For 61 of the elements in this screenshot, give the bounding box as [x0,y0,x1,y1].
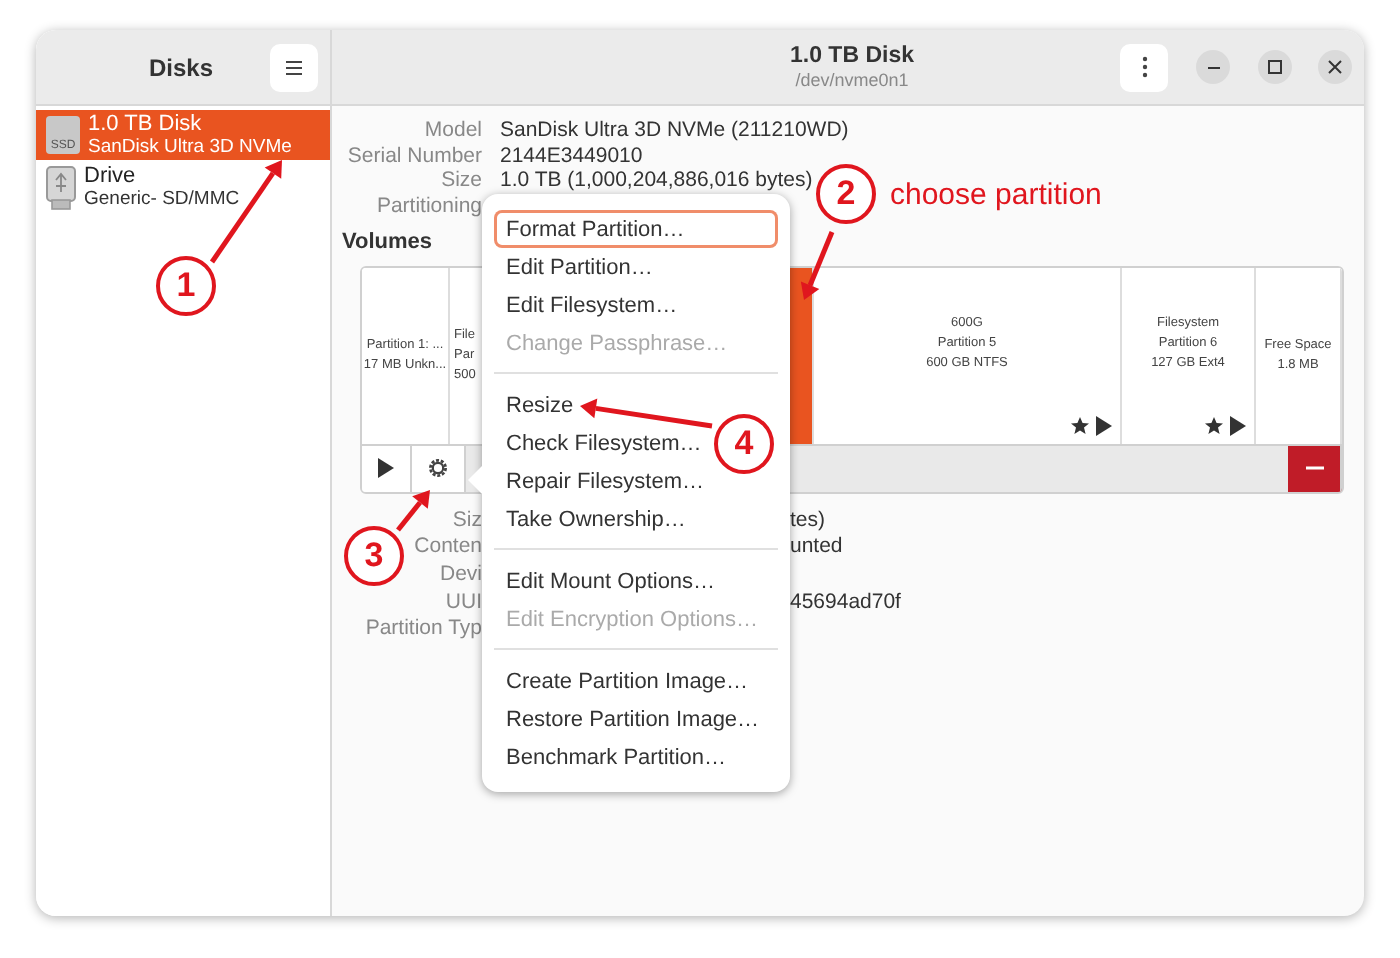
field-label: Partition Typ [365,616,482,644]
star-icon [1070,415,1090,436]
close-icon [1328,60,1342,74]
menu-item[interactable]: Format Partition… [494,210,778,248]
field-label: Model [424,118,482,144]
maximize-button[interactable] [1258,50,1292,84]
disk-model: Generic- SD/MMC [84,188,240,210]
disk-model: SanDisk Ultra 3D NVMe [88,136,292,158]
arrow [800,231,835,300]
close-button[interactable] [1318,50,1352,84]
menu-item[interactable]: Benchmark Partition… [494,738,739,776]
disk-name: Drive [84,164,138,188]
menu-item[interactable]: Edit Filesystem… [494,286,690,324]
menu-item[interactable]: Repair Filesystem… [494,462,717,500]
step-marker: 4 [714,414,774,474]
field-value: 45694ad70f [790,589,901,617]
field-label: Size [441,168,482,195]
field-value: SanDisk Ultra 3D NVMe (211210WD) [500,118,849,144]
window-title: 1.0 TB Disk [790,42,914,70]
menu-item[interactable]: Check Filesystem… [494,424,714,462]
menu-item[interactable]: Create Partition Image… [494,662,761,700]
mount-button[interactable] [362,445,412,492]
field-value: 2144E3449010 [500,143,645,169]
minimize-icon [1207,65,1219,69]
field-value: tes) [790,507,828,535]
menu-item[interactable]: Resize [494,386,586,424]
annotation-caption: choose partition [890,178,1102,212]
field-label: Siz [452,507,482,535]
field-value: unted [790,534,845,562]
arrow [396,490,430,532]
field-label: Conten [414,534,482,562]
usb-drive-icon [46,165,76,209]
window-subtitle: /dev/nvme0n1 [795,70,909,92]
arrow [580,398,713,429]
section-title: Volumes [342,227,433,256]
disk-list-item[interactable]: Drive Generic- SD/MMC [36,162,330,212]
field-label: UUI [445,589,482,617]
field-label: Partitioning [376,194,482,220]
play-icon [378,458,394,479]
menu-item[interactable]: Edit Mount Options… [494,562,728,600]
delete-partition-button[interactable] [1288,445,1342,492]
minus-icon [1305,466,1323,471]
menu-button[interactable] [270,43,318,91]
menu-item[interactable]: Edit Partition… [494,248,665,286]
field-label: Devi [439,562,482,590]
play-icon [1096,415,1112,436]
disk-name: 1.0 TB Disk [88,112,204,136]
minimize-button[interactable] [1196,50,1230,84]
menu-item[interactable]: Take Ownership… [494,500,698,538]
more-button[interactable] [1120,43,1168,91]
maximize-icon [1268,60,1282,74]
kebab-menu-icon [1141,56,1147,78]
sidebar-title: Disks [146,53,216,81]
field-label: Serial Number [347,143,482,169]
menu-item[interactable]: Restore Partition Image… [494,700,772,738]
menu-icon [284,59,304,75]
settings-button[interactable] [412,445,466,492]
settings-icon [426,456,450,481]
field-value: 1.0 TB (1,000,204,886,016 bytes) [500,168,815,195]
star-icon [1204,415,1224,436]
play-icon [1230,415,1246,436]
